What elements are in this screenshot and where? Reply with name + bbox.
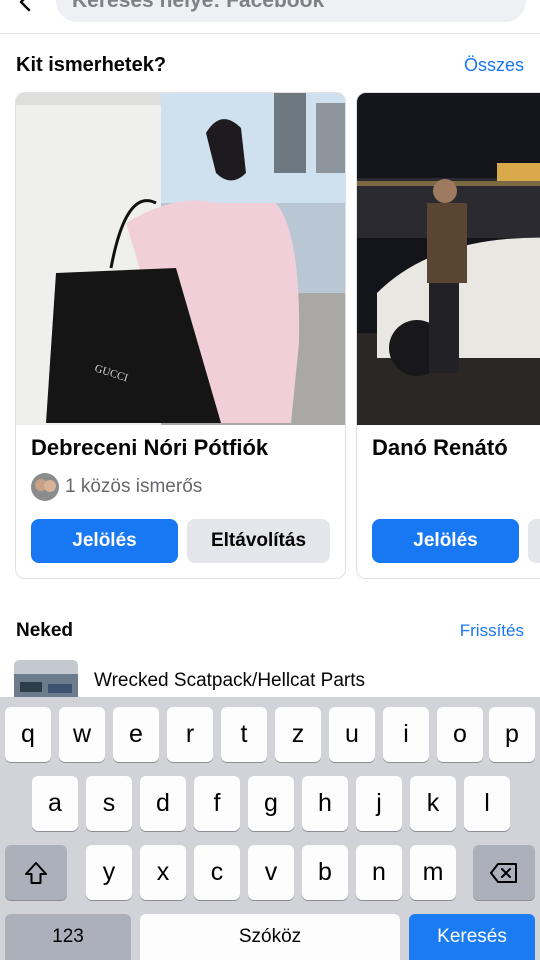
mutual-friend-avatar — [31, 473, 59, 501]
key-t[interactable]: t — [221, 707, 267, 762]
section-title: Neked — [16, 620, 74, 641]
key-s[interactable]: s — [86, 776, 132, 831]
search-input[interactable]: Keresés helye: Facebook — [56, 0, 526, 22]
shift-arrow-icon — [25, 861, 47, 884]
people-you-may-know-header: Kit ismerhetek? Összes — [16, 50, 524, 80]
for-you-header: Neked Frissítés — [16, 616, 524, 646]
search-key[interactable]: Keresés — [409, 914, 535, 960]
key-r[interactable]: r — [167, 707, 213, 762]
search-placeholder: Keresés helye: Facebook — [72, 0, 325, 12]
back-arrow-icon[interactable] — [14, 0, 38, 14]
add-friend-button[interactable]: Jelölés — [31, 519, 178, 563]
mutual-friends: 1 közös ismerős — [31, 473, 202, 501]
group-name: Wrecked Scatpack/Hellcat Parts — [94, 670, 366, 691]
list-item[interactable]: Wrecked Scatpack/Hellcat Parts — [14, 660, 534, 700]
key-p[interactable]: p — [489, 707, 535, 762]
key-w[interactable]: w — [59, 707, 105, 762]
keyboard: q w e r t z u i o p a s d f g h j k l y … — [0, 697, 540, 960]
see-all-link[interactable]: Összes — [464, 55, 524, 76]
key-x[interactable]: x — [140, 845, 186, 900]
remove-button[interactable] — [528, 519, 540, 563]
refresh-link[interactable]: Frissítés — [460, 621, 524, 641]
key-q[interactable]: q — [5, 707, 51, 762]
photo-woman-shopping-bag: GUCCI — [16, 93, 345, 425]
mutual-friends-text: 1 közös ismerős — [65, 476, 203, 497]
person-name[interactable]: Danó Renátó — [372, 435, 508, 461]
section-title: Kit ismerhetek? — [16, 53, 167, 76]
key-y[interactable]: y — [86, 845, 132, 900]
key-a[interactable]: a — [32, 776, 78, 831]
key-d[interactable]: d — [140, 776, 186, 831]
key-o[interactable]: o — [437, 707, 483, 762]
key-f[interactable]: f — [194, 776, 240, 831]
key-h[interactable]: h — [302, 776, 348, 831]
key-e[interactable]: e — [113, 707, 159, 762]
person-card[interactable]: GUCCI Debreceni Nóri Pótfiók 1 közös ism… — [15, 92, 346, 579]
delete-key[interactable] — [473, 845, 535, 900]
remove-button[interactable]: Eltávolítás — [187, 519, 330, 563]
key-b[interactable]: b — [302, 845, 348, 900]
group-thumbnail — [14, 660, 78, 700]
key-i[interactable]: i — [383, 707, 429, 762]
key-j[interactable]: j — [356, 776, 402, 831]
person-card[interactable]: Danó Renátó Jelölés — [356, 92, 540, 579]
backspace-icon — [490, 862, 517, 883]
key-c[interactable]: c — [194, 845, 240, 900]
key-v[interactable]: v — [248, 845, 294, 900]
photo-man-with-car — [357, 93, 540, 425]
key-n[interactable]: n — [356, 845, 402, 900]
person-name[interactable]: Debreceni Nóri Pótfiók — [31, 435, 268, 461]
key-g[interactable]: g — [248, 776, 294, 831]
key-u[interactable]: u — [329, 707, 375, 762]
add-friend-button[interactable]: Jelölés — [372, 519, 519, 563]
profile-photo[interactable]: GUCCI — [16, 93, 345, 425]
people-carousel[interactable]: GUCCI Debreceni Nóri Pótfiók 1 közös ism… — [15, 92, 540, 580]
key-k[interactable]: k — [410, 776, 456, 831]
space-key[interactable]: Szóköz — [140, 914, 400, 960]
key-m[interactable]: m — [410, 845, 456, 900]
numbers-key[interactable]: 123 — [5, 914, 131, 960]
shift-key[interactable] — [5, 845, 67, 900]
profile-photo[interactable] — [357, 93, 540, 425]
key-l[interactable]: l — [464, 776, 510, 831]
search-header: Keresés helye: Facebook — [0, 0, 540, 34]
key-z[interactable]: z — [275, 707, 321, 762]
